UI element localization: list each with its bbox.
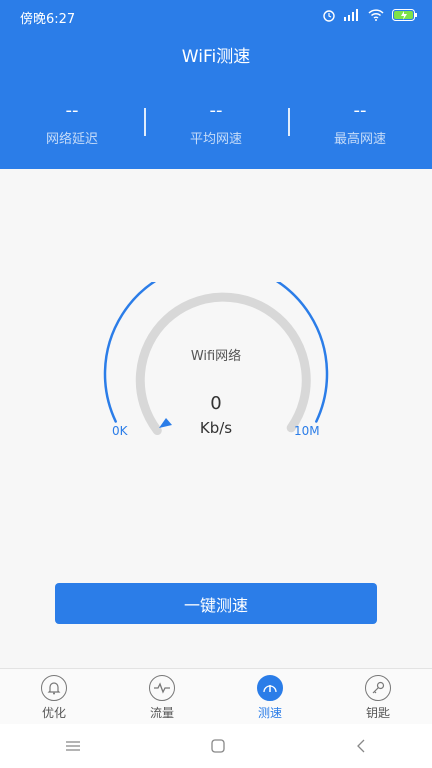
signal-icon	[344, 9, 358, 21]
metric-label: 最高网速	[333, 132, 386, 147]
header: 傍晚6:27 WiFi测速 -- 网络延迟 -- 平均网速 -- 最高网速	[0, 0, 432, 169]
metric-max-speed: -- 最高网速	[288, 100, 432, 148]
metric-value: --	[65, 100, 79, 121]
alarm-icon	[323, 10, 335, 22]
tab-label: 流量	[149, 706, 174, 720]
tab-label: 优化	[41, 706, 66, 720]
back-icon[interactable]	[356, 739, 366, 753]
metric-label: 网络延迟	[45, 132, 98, 147]
bell-icon	[41, 675, 67, 701]
status-time: 傍晚6:27	[20, 12, 76, 27]
status-bar: 傍晚6:27	[0, 0, 432, 32]
tab-speed-test[interactable]: 测速	[216, 669, 324, 725]
status-icons	[322, 8, 418, 22]
speedometer-icon	[257, 675, 283, 701]
tab-key[interactable]: 钥匙	[324, 669, 432, 725]
tab-optimize[interactable]: 优化	[0, 669, 108, 725]
metric-latency: -- 网络延迟	[0, 100, 144, 148]
metric-label: 平均网速	[189, 132, 242, 147]
tab-label: 钥匙	[365, 706, 390, 720]
tab-bar: 优化 流量 测速 钥匙	[0, 668, 432, 725]
tab-label: 测速	[257, 706, 282, 720]
pulse-icon	[149, 675, 175, 701]
menu-icon[interactable]	[65, 740, 80, 752]
page-title: WiFi测速	[181, 47, 251, 67]
wifi-icon	[368, 9, 384, 21]
metrics-row: -- 网络延迟 -- 平均网速 -- 最高网速	[0, 100, 432, 148]
speed-test-button[interactable]: 一键测速	[55, 583, 377, 624]
tab-traffic[interactable]: 流量	[108, 669, 216, 725]
system-nav-bar	[0, 724, 432, 768]
metric-value: --	[209, 100, 223, 121]
key-icon	[365, 675, 391, 701]
metric-value: --	[353, 100, 367, 121]
gauge-network-label: Wifi网络	[190, 349, 242, 364]
gauge-speed-unit: Kb/s	[199, 419, 233, 437]
home-icon[interactable]	[211, 739, 225, 753]
gauge-speed-value: 0	[210, 393, 222, 414]
battery-icon	[392, 9, 417, 21]
metric-average-speed: -- 平均网速	[144, 100, 288, 148]
